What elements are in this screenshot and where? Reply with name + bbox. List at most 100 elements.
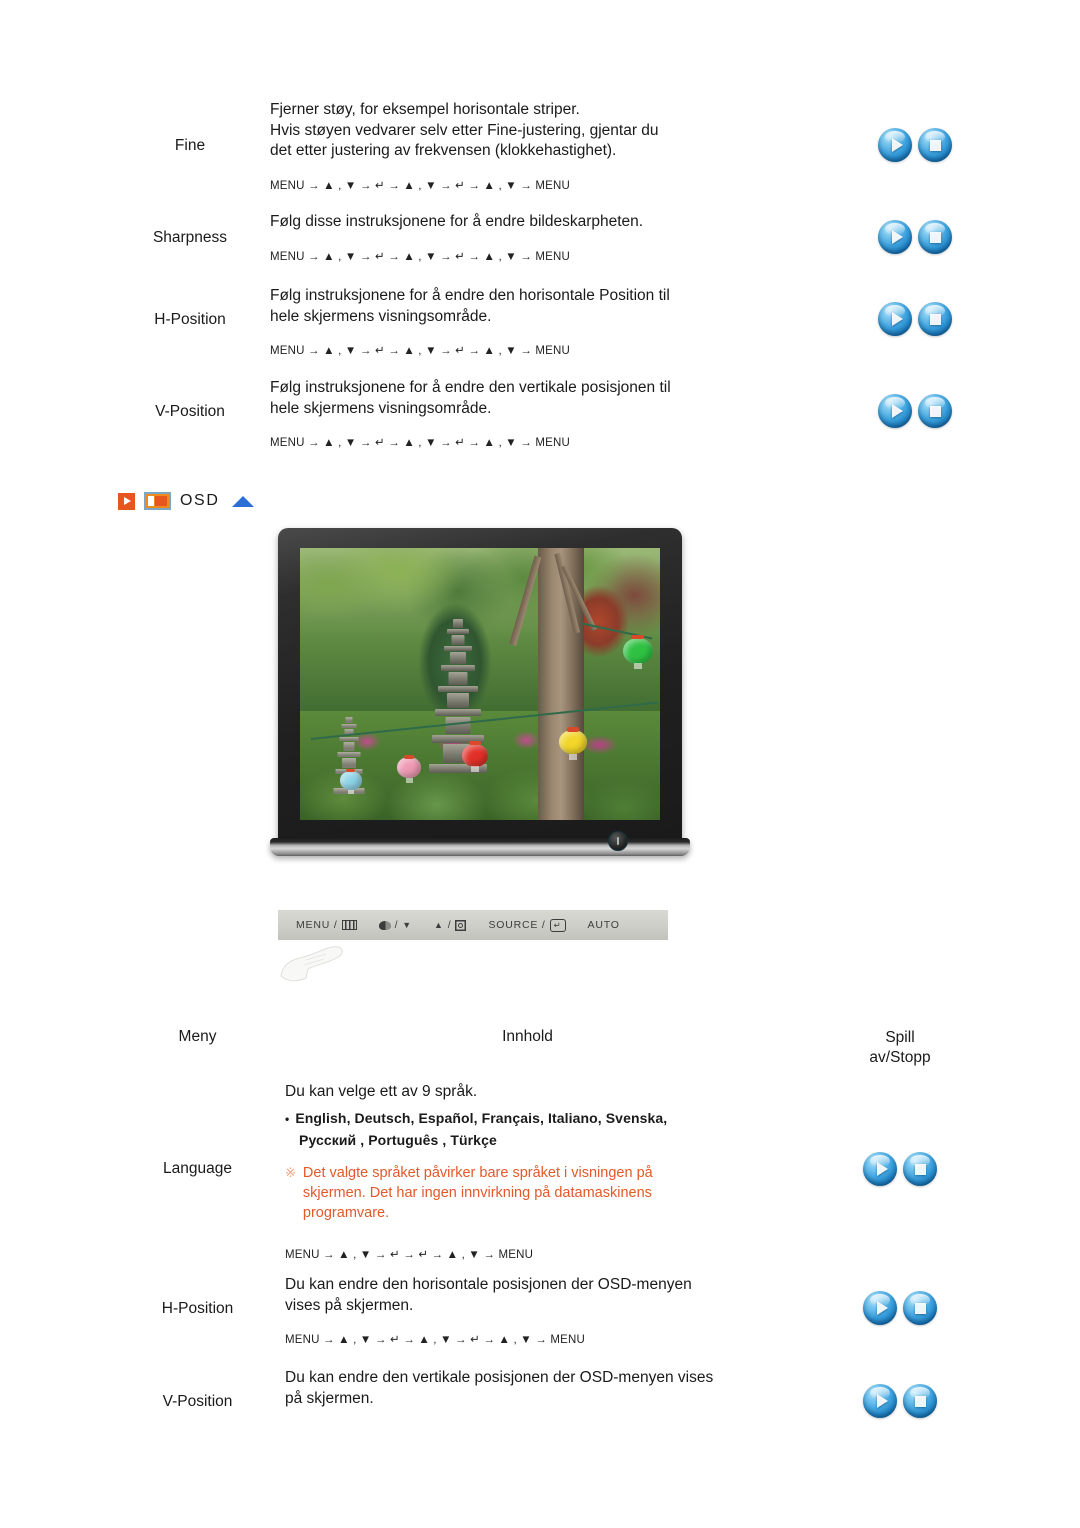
language-list: English, Deutsch, Español, Français, Ita… <box>285 1108 830 1151</box>
monitor-control-bar: MENU / / ▼ ▲ / SOURCE / ↵ AUTO <box>278 910 668 940</box>
description-line: Du kan endre den horisontale posisjonen … <box>285 1276 692 1293</box>
language-intro: Du kan velge ett av 9 språk. <box>285 1083 478 1100</box>
stop-icon <box>918 302 952 336</box>
control-source-label: SOURCE / <box>488 919 546 931</box>
language-line-1: English, Deutsch, Español, Français, Ita… <box>285 1110 667 1126</box>
play-icon <box>878 128 912 162</box>
column-header-innhold: Innhold <box>502 1028 553 1045</box>
play-button-v-position-top[interactable] <box>878 394 912 428</box>
play-stop-group-h-position-bottom <box>830 1275 970 1325</box>
power-button-icon[interactable] <box>608 831 628 851</box>
contrast-icon <box>378 920 391 930</box>
content-language: Du kan velge ett av 9 språk. English, De… <box>285 1082 830 1265</box>
stop-button-sharpness[interactable] <box>918 220 952 254</box>
section-title: OSD <box>180 492 220 509</box>
play-button-h-position-top[interactable] <box>878 302 912 336</box>
content-fine: Fjerner støy, for eksempel horisontale s… <box>270 100 860 196</box>
menu-label-h-position-top: H-Position <box>154 311 226 328</box>
play-icon <box>878 220 912 254</box>
play-icon <box>878 302 912 336</box>
nav-sequence-v-position-top: MENU → ▲ , ▼ → ↵ → ▲ , ▼ → ↵ → ▲ , ▼ → M… <box>270 437 570 449</box>
lantern-blue <box>339 768 362 795</box>
menu-label-v-position-top: V-Position <box>155 403 225 420</box>
control-menu-label: MENU / <box>296 919 338 931</box>
table-row-h-position-bottom: H-Position Du kan endre den horisontale … <box>110 1275 970 1351</box>
menu-label-fine: Fine <box>174 137 206 154</box>
stop-icon <box>918 394 952 428</box>
play-stop-group-fine <box>860 100 970 162</box>
lantern-green <box>622 634 653 670</box>
play-icon <box>863 1152 897 1186</box>
description-line: Følg instruksjonene for å endre den hori… <box>270 287 670 304</box>
enter-icon: ↵ <box>549 918 566 932</box>
description-line: Hvis støyen vedvarer selv etter Fine-jus… <box>270 121 659 139</box>
column-header-play-stop: Spill av/Stopp <box>830 1028 970 1068</box>
menu-label-language: Language <box>163 1160 232 1177</box>
play-stop-group-sharpness <box>860 212 970 254</box>
description-line: det etter justering av frekvensen (klokk… <box>270 142 617 159</box>
description-h-position-bottom: Du kan endre den horisontale posisjonen … <box>285 1275 830 1316</box>
down-arrow-icon: ▼ <box>402 920 412 930</box>
nav-sequence-language: MENU → ▲ , ▼ → ↵ → ↵ → ▲ , ▼ → MENU <box>285 1248 534 1261</box>
description-line: hele skjermens visningsområde. <box>270 399 492 417</box>
table-header: Meny Innhold Spill av/Stopp <box>110 1028 970 1068</box>
menu-grid-icon <box>341 920 357 930</box>
description-fine: Fjerner støy, for eksempel horisontale s… <box>270 100 860 162</box>
table-row-language: Language Du kan velge ett av 9 språk. En… <box>110 1082 970 1265</box>
play-icon <box>878 394 912 428</box>
description-line: Fjerner støy, for eksempel horisontale s… <box>270 101 580 118</box>
note-line: skjermen. Det har ingen innvirkning på d… <box>302 1184 652 1201</box>
brightness-icon <box>455 920 466 931</box>
column-header-play-line2: av/Stopp <box>869 1049 931 1066</box>
nav-sequence-sharpness: MENU → ▲ , ▼ → ↵ → ▲ , ▼ → ↵ → ▲ , ▼ → M… <box>270 250 570 263</box>
monitor-illustration <box>270 528 690 878</box>
nav-sequence-h-position-top: MENU → ▲ , ▼ → ↵ → ▲ , ▼ → ↵ → ▲ , ▼ → M… <box>270 345 570 357</box>
control-menu[interactable]: MENU / <box>296 919 357 931</box>
reference-mark-icon: ※ <box>285 1164 296 1180</box>
table-row-v-position-bottom: V-Position Du kan endre den vertikale po… <box>110 1368 970 1418</box>
monitor-bezel <box>278 528 682 844</box>
content-h-position-bottom: Du kan endre den horisontale posisjonen … <box>285 1275 830 1351</box>
description-line: Følg disse instruksjonene for å endre bi… <box>270 213 644 230</box>
control-auto[interactable]: AUTO <box>588 919 620 931</box>
table-row-h-position-top: H-Position Følg instruksjonene for å end… <box>110 286 970 362</box>
play-stop-group-v-position-bottom <box>830 1368 970 1418</box>
description-line: hele skjermens visningsområde. <box>270 307 492 325</box>
stop-button-h-position-bottom[interactable] <box>903 1291 937 1325</box>
table-row-fine: Fine Fjerner støy, for eksempel horisont… <box>110 100 970 196</box>
description-v-position-bottom: Du kan endre den vertikale posisjonen de… <box>285 1368 830 1409</box>
stop-button-v-position-bottom[interactable] <box>903 1384 937 1418</box>
play-stop-group-language <box>830 1082 970 1186</box>
monitor-icon <box>144 492 171 510</box>
description-line: Følg instruksjonene for å endre den vert… <box>270 379 671 396</box>
up-triangle-icon[interactable] <box>232 495 255 507</box>
table-row-sharpness: Sharpness Følg disse instruksjonene for … <box>110 212 970 267</box>
stop-button-h-position-top[interactable] <box>918 302 952 336</box>
description-sharpness: Følg disse instruksjonene for å endre bi… <box>270 212 860 233</box>
menu-label-sharpness: Sharpness <box>152 229 228 246</box>
stop-button-language[interactable] <box>903 1152 937 1186</box>
hand-pointer-icon <box>280 946 343 982</box>
control-brightness-up[interactable]: ▲ / <box>434 919 466 931</box>
lantern-yellow <box>559 727 588 760</box>
play-icon <box>863 1291 897 1325</box>
stop-button-v-position-top[interactable] <box>918 394 952 428</box>
control-source[interactable]: SOURCE / ↵ <box>488 918 566 932</box>
osd-section-header: OSD <box>118 492 255 510</box>
stop-button-fine[interactable] <box>918 128 952 162</box>
play-button-fine[interactable] <box>878 128 912 162</box>
language-line-2: Русский , Português , Türkçe <box>299 1131 497 1148</box>
play-button-sharpness[interactable] <box>878 220 912 254</box>
control-auto-label: AUTO <box>587 919 620 931</box>
play-button-v-position-bottom[interactable] <box>863 1384 897 1418</box>
stop-icon <box>903 1152 937 1186</box>
play-square-icon <box>118 492 135 510</box>
stop-icon <box>918 220 952 254</box>
control-contrast-down[interactable]: / ▼ <box>378 919 412 931</box>
play-button-h-position-bottom[interactable] <box>863 1291 897 1325</box>
garden-photo <box>300 548 660 820</box>
stop-icon <box>903 1291 937 1325</box>
note-line: Det valgte språket påvirker bare språket… <box>302 1164 653 1181</box>
description-line: på skjermen. <box>285 1389 374 1407</box>
play-button-language[interactable] <box>863 1152 897 1186</box>
